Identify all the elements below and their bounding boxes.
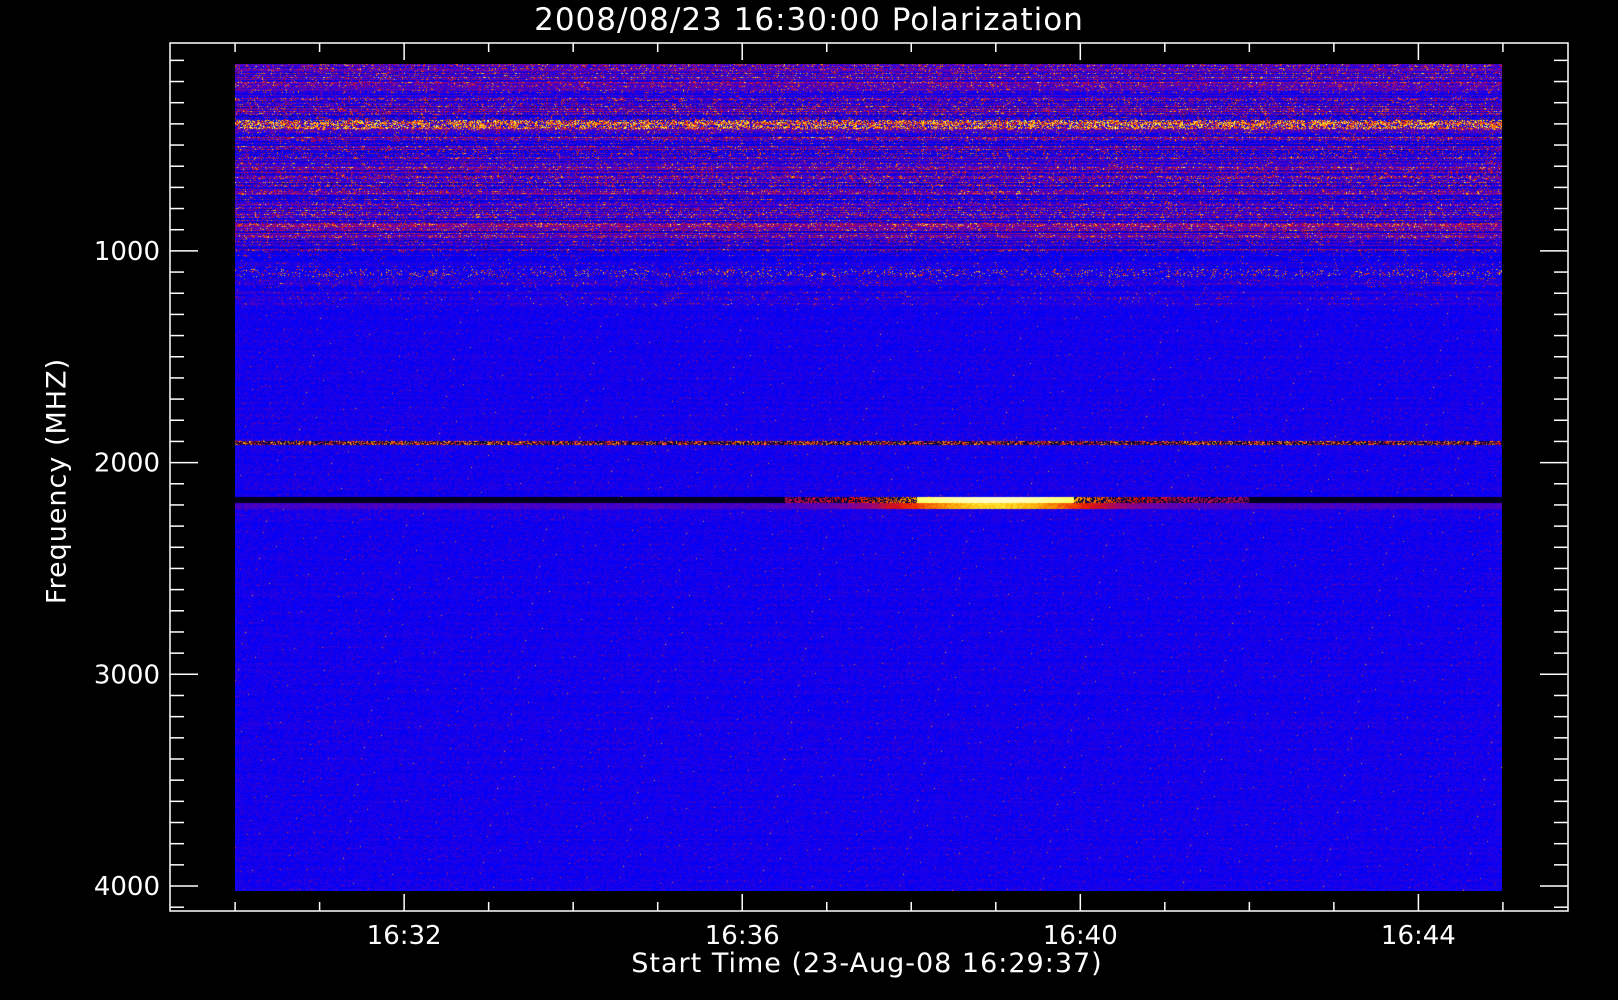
- x-axis-label: Start Time (23-Aug-08 16:29:37): [631, 948, 1103, 979]
- plot-axes: 1000 2000 3000 4000 16:32 16:36 16:40 16:44: [94, 42, 1569, 951]
- x-tick-label: 16:36: [705, 921, 780, 951]
- axis-ticks: 1000 2000 3000 4000 16:32 16:36 16:40 16:44: [94, 43, 1568, 951]
- x-tick-label: 16:44: [1381, 921, 1456, 951]
- plot-frame: [169, 42, 1569, 912]
- x-tick-label: 16:32: [367, 921, 442, 951]
- y-tick-label: 3000: [94, 660, 160, 690]
- y-tick-label: 2000: [94, 449, 160, 479]
- y-axis-label: Frequency (MHZ): [41, 357, 73, 605]
- y-tick-label: 4000: [94, 872, 160, 902]
- y-tick-label: 1000: [94, 237, 160, 267]
- x-tick-label: 16:40: [1043, 921, 1118, 951]
